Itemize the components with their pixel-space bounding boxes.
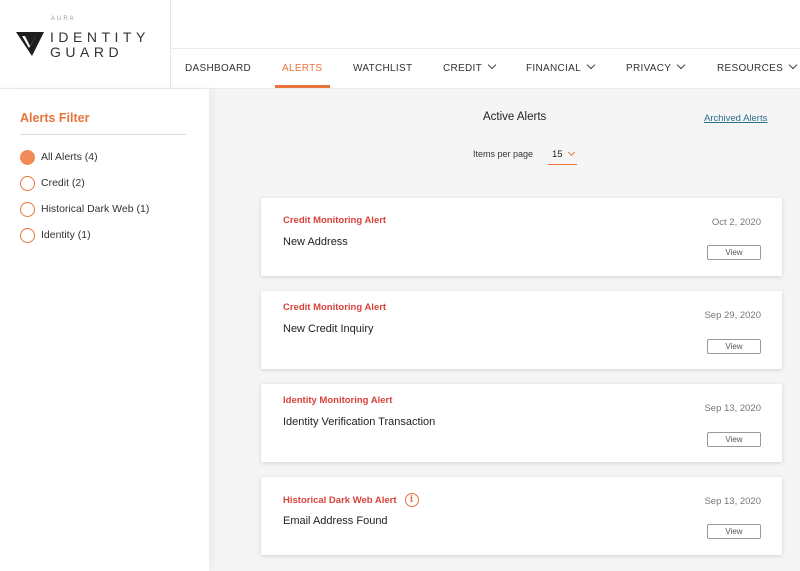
alert-card: Credit Monitoring Alert New Credit Inqui… (261, 291, 782, 369)
alert-type: Credit Monitoring Alert (283, 215, 386, 226)
alerts-filter-sidebar: Alerts Filter All Alerts (4) Credit (2) … (0, 89, 209, 571)
brand-logo[interactable]: AURA IDENTITY GUARD (0, 0, 171, 88)
nav-alerts-label: ALERTS (282, 63, 323, 74)
page-title: Active Alerts (483, 111, 547, 123)
filter-label: Identity (1) (41, 229, 91, 241)
alert-type-label: Credit Monitoring Alert (283, 302, 387, 313)
nav-resources[interactable]: RESOURCES (717, 49, 798, 88)
view-button[interactable]: View (707, 339, 761, 354)
alert-title: New Address (283, 236, 348, 248)
alert-card: Credit Monitoring Alert New Address Oct … (261, 198, 782, 276)
chevron-down-icon (487, 60, 497, 70)
info-icon[interactable]: i (404, 493, 419, 507)
archived-alerts-link[interactable]: Archived Alerts (704, 113, 767, 124)
filter-identity[interactable]: Identity (1) (20, 227, 91, 243)
filter-credit[interactable]: Credit (2) (20, 175, 85, 191)
view-button[interactable]: View (707, 432, 761, 447)
alert-title: Email Address Found (283, 515, 388, 527)
alert-type: Credit Monitoring Alert (283, 302, 386, 313)
nav-watchlist-label: WATCHLIST (353, 63, 413, 74)
alert-card: Historical Dark Web Alert i Email Addres… (261, 477, 782, 555)
logo-text-line2: GUARD (50, 44, 124, 60)
radio-unchecked[interactable] (20, 227, 35, 243)
nav-privacy-label: PRIVACY (626, 63, 672, 74)
filter-historical-dark-web[interactable]: Historical Dark Web (1) (20, 201, 149, 217)
view-button[interactable]: View (707, 524, 761, 539)
logo-mark-icon (16, 32, 44, 56)
radio-unchecked[interactable] (20, 201, 35, 217)
filter-label: Credit (2) (41, 177, 85, 189)
alert-type-label: Historical Dark Web Alert (283, 494, 397, 506)
nav-dashboard[interactable]: DASHBOARD (185, 49, 251, 88)
header: AURA IDENTITY GUARD DASHBOARD ALERTS WAT… (0, 0, 800, 88)
nav-watchlist[interactable]: WATCHLIST (353, 49, 412, 88)
alert-type: Historical Dark Web Alert i (283, 493, 419, 507)
logo-text-line1: IDENTITY (50, 29, 150, 45)
radio-unchecked[interactable] (20, 175, 35, 191)
alert-date: Oct 2, 2020 (711, 217, 761, 228)
filter-label: Historical Dark Web (1) (41, 203, 150, 215)
alert-type-label: Identity Monitoring Alert (283, 395, 393, 406)
filter-divider (20, 134, 186, 135)
alert-date: Sep 13, 2020 (704, 496, 761, 507)
nav-credit[interactable]: CREDIT (443, 49, 497, 88)
filter-all-alerts[interactable]: All Alerts (4) (20, 149, 98, 165)
alert-title: Identity Verification Transaction (283, 416, 436, 428)
alert-card: Identity Monitoring Alert Identity Verif… (261, 384, 782, 462)
chevron-down-icon (586, 60, 596, 70)
nav-financial-label: FINANCIAL (526, 63, 581, 74)
items-per-page-value: 15 (552, 149, 563, 160)
nav-resources-label: RESOURCES (717, 63, 784, 74)
view-button[interactable]: View (707, 245, 761, 260)
nav-financial[interactable]: FINANCIAL (526, 49, 596, 88)
radio-checked[interactable] (20, 149, 35, 165)
nav-privacy[interactable]: PRIVACY (626, 49, 686, 88)
logo-aura-text: AURA (51, 16, 76, 22)
alert-type-label: Credit Monitoring Alert (283, 215, 387, 226)
filter-label: All Alerts (4) (41, 151, 98, 163)
chevron-down-icon (788, 60, 798, 70)
chevron-down-icon (677, 60, 686, 70)
nav-alerts[interactable]: ALERTS (275, 49, 329, 88)
nav-dashboard-label: DASHBOARD (185, 63, 252, 74)
main-nav: DASHBOARD ALERTS WATCHLIST CREDIT FINANC… (171, 49, 800, 88)
alert-date: Sep 13, 2020 (704, 403, 761, 414)
nav-credit-label: CREDIT (443, 63, 483, 74)
alert-type: Identity Monitoring Alert (283, 395, 392, 406)
alert-title: New Credit Inquiry (283, 323, 374, 335)
filter-title: Alerts Filter (20, 111, 90, 125)
alert-date: Sep 29, 2020 (704, 310, 761, 321)
items-per-page-label: Items per page (473, 149, 534, 159)
